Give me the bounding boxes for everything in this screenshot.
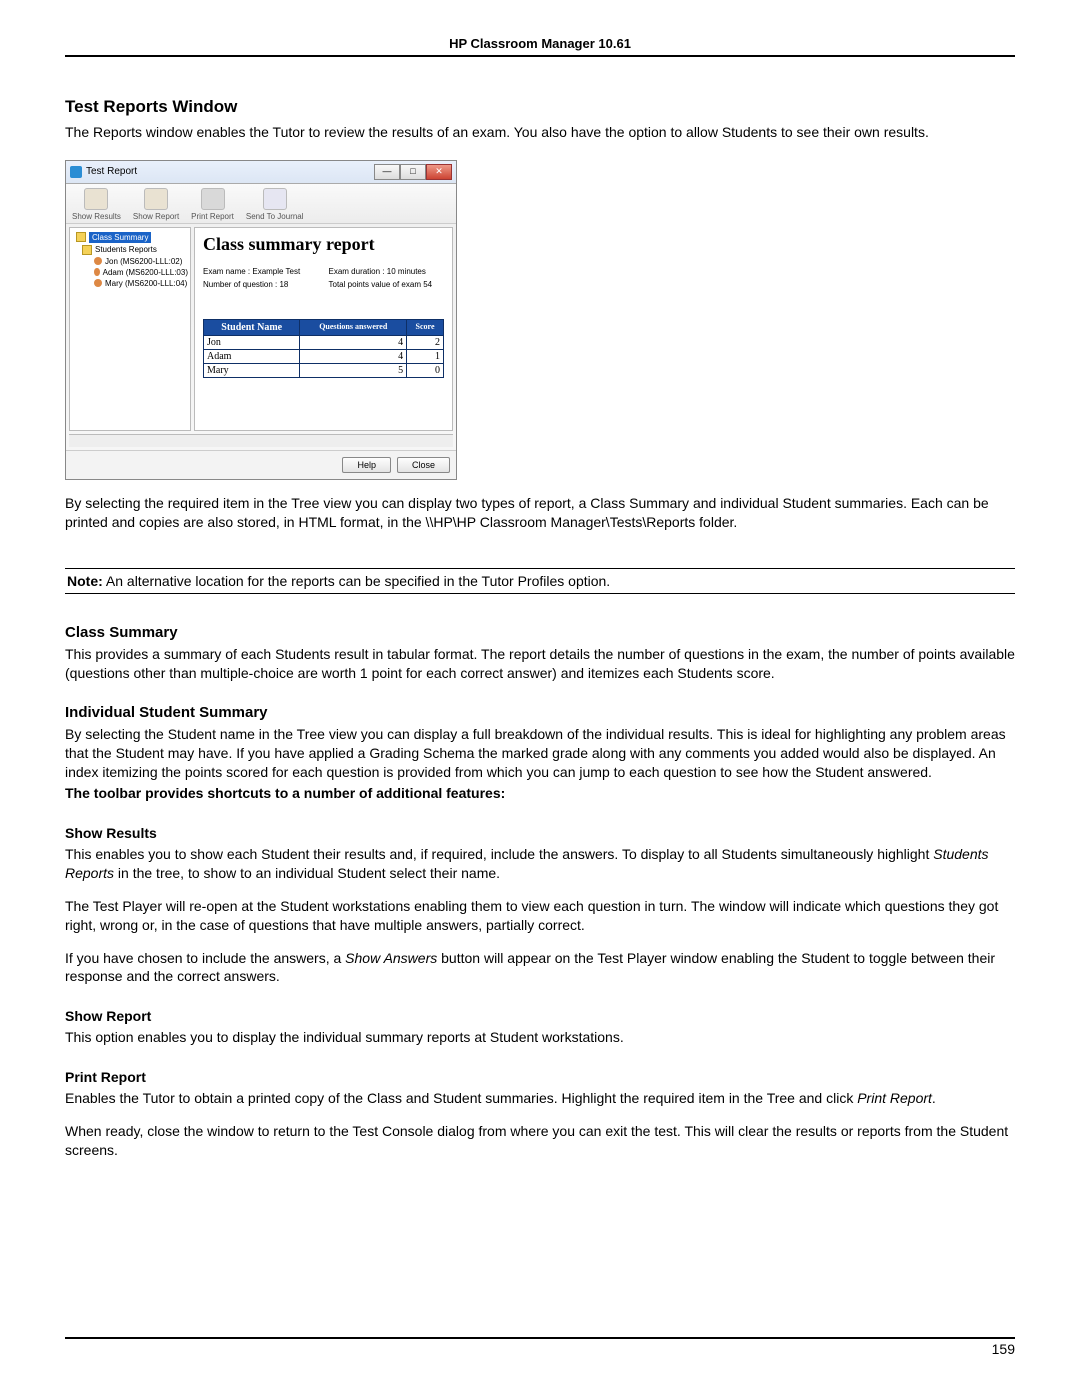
tree-student-item[interactable]: Mary (MS6200-LLL:04) <box>72 278 188 289</box>
show-results-heading: Show Results <box>65 825 1015 841</box>
close-window-button[interactable]: ✕ <box>426 164 452 180</box>
individual-heading: Individual Student Summary <box>65 704 1015 721</box>
note-box: Note: An alternative location for the re… <box>65 568 1015 594</box>
show-results-p1b: in the tree, to show to an individual St… <box>114 865 500 881</box>
tree-students-reports[interactable]: Students Reports <box>72 244 188 256</box>
after-shot-text: By selecting the required item in the Tr… <box>65 494 1015 532</box>
section-intro: The Reports window enables the Tutor to … <box>65 123 1015 142</box>
results-table: Student Name Questions answered Score Jo… <box>203 319 444 378</box>
print-report-p2: When ready, close the window to return t… <box>65 1122 1015 1160</box>
print-report-tool[interactable]: Print Report <box>191 188 234 221</box>
section-title: Test Reports Window <box>65 97 1015 117</box>
cell-score: 1 <box>407 349 444 363</box>
meta-total-points: Total points value of exam 54 <box>329 280 445 289</box>
maximize-button[interactable]: □ <box>400 164 426 180</box>
col-score: Score <box>407 319 444 335</box>
print-report-p1b: . <box>932 1090 936 1106</box>
window-titlebar: Test Report — □ ✕ <box>66 161 456 184</box>
meta-exam-duration: Exam duration : 10 minutes <box>329 267 445 276</box>
table-row: Jon42 <box>204 335 444 349</box>
person-icon <box>94 257 102 265</box>
tree-panel: Class Summary Students Reports Jon (MS62… <box>69 227 191 431</box>
tree-students-reports-label: Students Reports <box>95 245 157 254</box>
col-student-name: Student Name <box>204 319 300 335</box>
cell-name: Adam <box>204 349 300 363</box>
tree-student-label: Adam (MS6200-LLL:03) <box>103 268 188 277</box>
show-results-p1: This enables you to show each Student th… <box>65 845 1015 883</box>
tree-student-item[interactable]: Adam (MS6200-LLL:03) <box>72 267 188 278</box>
folder-icon <box>82 245 92 255</box>
cell-answered: 4 <box>300 349 407 363</box>
minimize-button[interactable]: — <box>374 164 400 180</box>
folder-icon <box>76 232 86 242</box>
print-report-label: Print Report <box>191 212 234 221</box>
show-results-p3a: If you have chosen to include the answer… <box>65 950 345 966</box>
show-results-p1a: This enables you to show each Student th… <box>65 846 933 862</box>
report-content: Class summary report Exam name : Example… <box>194 227 453 431</box>
table-row: Mary50 <box>204 363 444 377</box>
toolbar-line: The toolbar provides shortcuts to a numb… <box>65 784 1015 803</box>
cell-answered: 4 <box>300 335 407 349</box>
show-results-label: Show Results <box>72 212 121 221</box>
show-results-p3: If you have chosen to include the answer… <box>65 949 1015 987</box>
tree-student-label: Jon (MS6200-LLL:02) <box>105 257 182 266</box>
show-results-p2: The Test Player will re-open at the Stud… <box>65 897 1015 935</box>
class-summary-text: This provides a summary of each Students… <box>65 645 1015 683</box>
print-report-em: Print Report <box>857 1090 932 1106</box>
toolbar: Show Results Show Report Print Report Se… <box>66 184 456 224</box>
individual-text: By selecting the Student name in the Tre… <box>65 725 1015 782</box>
cell-name: Jon <box>204 335 300 349</box>
send-journal-tool[interactable]: Send To Journal <box>246 188 304 221</box>
print-report-p1: Enables the Tutor to obtain a printed co… <box>65 1089 1015 1108</box>
table-row: Adam41 <box>204 349 444 363</box>
tree-class-summary[interactable]: Class Summary <box>72 231 188 244</box>
print-report-icon <box>201 188 225 210</box>
person-icon <box>94 268 100 276</box>
meta-num-questions: Number of question : 18 <box>203 280 319 289</box>
page-footer: 159 <box>65 1337 1015 1357</box>
tree-student-item[interactable]: Jon (MS6200-LLL:02) <box>72 256 188 267</box>
show-results-icon <box>84 188 108 210</box>
note-label: Note: <box>67 573 103 589</box>
show-report-heading: Show Report <box>65 1008 1015 1024</box>
close-button[interactable]: Close <box>397 457 450 473</box>
show-results-em2: Show Answers <box>345 950 437 966</box>
test-report-screenshot: Test Report — □ ✕ Show Results Show Repo… <box>65 160 457 480</box>
cell-name: Mary <box>204 363 300 377</box>
help-button[interactable]: Help <box>342 457 391 473</box>
report-title: Class summary report <box>203 234 444 255</box>
window-title: Test Report <box>86 166 137 177</box>
cell-answered: 5 <box>300 363 407 377</box>
show-report-label: Show Report <box>133 212 179 221</box>
show-results-tool[interactable]: Show Results <box>72 188 121 221</box>
person-icon <box>94 279 102 287</box>
note-text: An alternative location for the reports … <box>103 573 610 589</box>
cell-score: 2 <box>407 335 444 349</box>
print-report-p1a: Enables the Tutor to obtain a printed co… <box>65 1090 857 1106</box>
tree-student-label: Mary (MS6200-LLL:04) <box>105 279 187 288</box>
meta-exam-name: Exam name : Example Test <box>203 267 319 276</box>
show-report-text: This option enables you to display the i… <box>65 1028 1015 1047</box>
send-journal-label: Send To Journal <box>246 212 304 221</box>
class-summary-heading: Class Summary <box>65 624 1015 641</box>
tree-class-summary-label: Class Summary <box>89 232 151 243</box>
print-report-heading: Print Report <box>65 1069 1015 1085</box>
app-icon <box>70 166 82 178</box>
show-report-icon <box>144 188 168 210</box>
col-answered: Questions answered <box>300 319 407 335</box>
cell-score: 0 <box>407 363 444 377</box>
page-header: HP Classroom Manager 10.61 <box>65 36 1015 57</box>
show-report-tool[interactable]: Show Report <box>133 188 179 221</box>
send-journal-icon <box>263 188 287 210</box>
horizontal-scrollbar[interactable] <box>69 434 453 447</box>
